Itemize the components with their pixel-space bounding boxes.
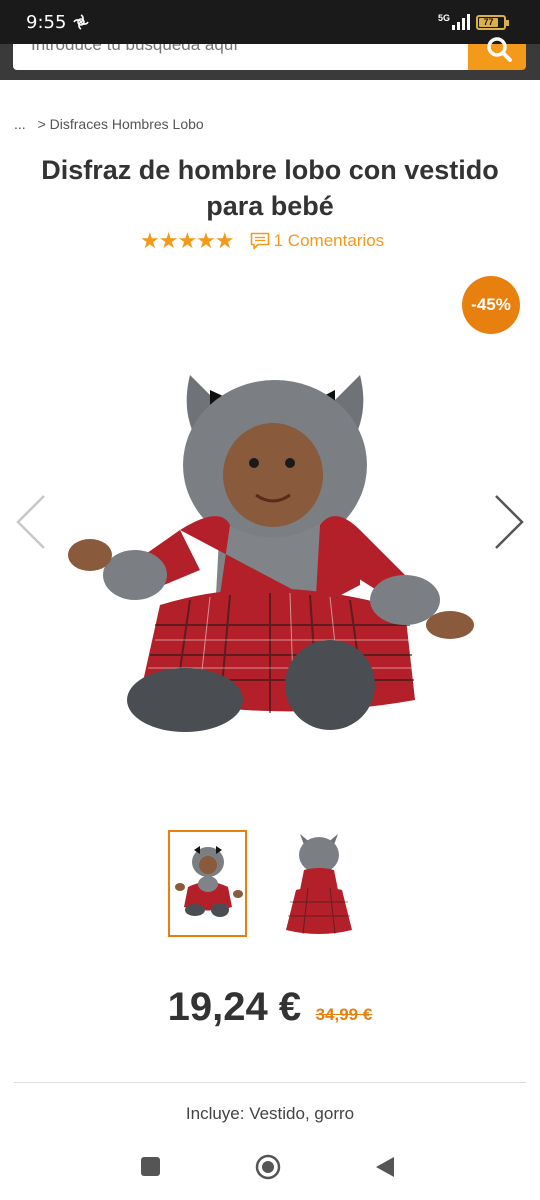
battery-nub: [506, 20, 509, 26]
search-box[interactable]: [13, 44, 469, 70]
breadcrumb-ellipsis[interactable]: ...: [14, 116, 26, 132]
chevron-left-icon[interactable]: [14, 492, 48, 552]
back-button-icon[interactable]: [374, 1156, 396, 1178]
pinwheel-icon: [73, 14, 89, 30]
signal-icon: [452, 14, 470, 30]
product-main-image[interactable]: [60, 355, 480, 745]
home-button-icon[interactable]: [255, 1154, 281, 1180]
divider: [14, 1082, 526, 1083]
price-row: 19,24 € 34,99 €: [0, 985, 540, 1030]
includes-text: Incluye: Vestido, gorro: [185, 1104, 355, 1123]
status-bar: 9:55 5G 77: [0, 0, 540, 44]
discount-badge: -45%: [462, 276, 520, 334]
recent-apps-button[interactable]: [141, 1157, 160, 1176]
comment-icon: [250, 232, 269, 250]
current-price: 19,24 €: [167, 985, 302, 1029]
status-time: 9:55: [26, 12, 67, 33]
rating-stars: ★★★★★: [140, 228, 235, 254]
product-title: Disfraz de hombre lobo con vestido para …: [41, 155, 499, 221]
battery-level: 77: [479, 18, 498, 27]
search-icon: [487, 37, 512, 62]
old-price: 34,99 €: [315, 1005, 373, 1024]
comments-link[interactable]: 1 Comentarios: [250, 231, 385, 251]
breadcrumb-separator: >: [37, 116, 46, 132]
chevron-right-icon[interactable]: [492, 492, 526, 552]
search-input[interactable]: [31, 44, 451, 58]
network-type: 5G: [438, 13, 451, 23]
comments-count: 1 Comentarios: [273, 231, 385, 250]
battery-icon: 77: [476, 15, 509, 30]
gallery-thumbnail-2[interactable]: [278, 830, 360, 937]
gallery-thumbnail-1[interactable]: [168, 830, 247, 937]
system-nav-bar: [0, 1140, 540, 1200]
breadcrumb: ... > Disfraces Hombres Lobo: [14, 116, 204, 132]
breadcrumb-category-link[interactable]: Disfraces Hombres Lobo: [50, 116, 204, 132]
rating-row: ★★★★★ 1 Comentarios: [140, 228, 384, 254]
search-button[interactable]: [468, 37, 526, 70]
